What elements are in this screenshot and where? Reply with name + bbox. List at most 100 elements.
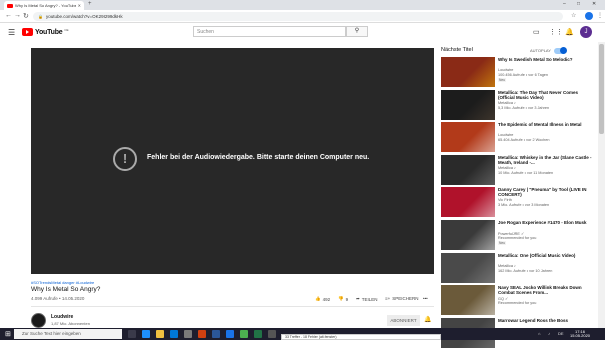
app-icon-2[interactable]: [240, 330, 248, 338]
recommendation-card[interactable]: Joe Rogan Experience #1470 - Elon Musk Po…: [441, 220, 596, 252]
taskbar-clock[interactable]: 17:16 15.05.2020: [570, 330, 590, 338]
recommendation-meta: 162 Mio. Aufrufe • vor 10 Jahren: [498, 268, 553, 273]
new-tab-button[interactable]: +: [88, 1, 92, 7]
app-icon-3[interactable]: [268, 330, 276, 338]
autoplay-toggle[interactable]: [554, 47, 567, 54]
search-button[interactable]: ⚲: [346, 26, 368, 37]
dislike-button[interactable]: 👎 9: [338, 296, 348, 302]
search-input[interactable]: Suchen: [193, 26, 346, 37]
new-badge: Neu: [498, 78, 507, 82]
close-tab-icon[interactable]: ✕: [78, 3, 81, 8]
back-icon[interactable]: ←: [5, 12, 12, 19]
reload-icon[interactable]: ↻: [23, 12, 29, 20]
close-window-icon[interactable]: ✕: [592, 1, 596, 7]
channel-bell-icon[interactable]: 🔔: [424, 316, 431, 323]
forward-icon[interactable]: →: [14, 12, 21, 19]
save-button[interactable]: ≡+ SPEICHERN: [385, 296, 419, 301]
recommendation-title[interactable]: Joe Rogan Experience #1470 - Elon Musk: [498, 220, 596, 225]
clock-date: 15.05.2020: [570, 333, 591, 338]
error-icon: !: [113, 147, 137, 171]
more-actions-button[interactable]: •••: [423, 296, 428, 301]
notification-popup[interactable]: 33 Treffer - 18 Fehler (alt.fenster): [281, 334, 441, 340]
autoplay-label: AUTOPLAY: [530, 48, 551, 53]
recommendation-card[interactable]: Danny Carey | "Pneuma" by Tool (LIVE IN …: [441, 187, 596, 219]
recommendation-meta: 100.456 Aufrufe • vor 6 Tagen: [498, 73, 549, 77]
up-next-heading: Nächste Titel: [441, 47, 473, 53]
video-thumbnail[interactable]: [441, 122, 495, 153]
excel-app-icon[interactable]: [254, 330, 262, 338]
youtube-logo[interactable]: YouTube DE: [22, 28, 69, 36]
recommendation-title[interactable]: Navy SEAL Jocko Willink Breaks Down Comb…: [498, 285, 596, 295]
channel-avatar[interactable]: [31, 313, 46, 328]
taskbar-search-input[interactable]: Zur Suche Text hier eingeben: [14, 329, 122, 339]
recommendation-title[interactable]: The Epidemic of Mental Illness in Metal: [498, 122, 596, 127]
dislike-count: 9: [345, 296, 349, 302]
tab-title: Why Is Metal So Angry? - YouTube: [15, 3, 76, 8]
notifications-bell-icon[interactable]: 🔔: [565, 28, 574, 36]
browser-tab[interactable]: Why Is Metal So Angry? - YouTube ✕: [4, 1, 84, 10]
new-badge: Neu: [498, 241, 507, 245]
recommendation-channel: Vic Firth: [498, 198, 512, 203]
video-thumbnail[interactable]: [441, 252, 495, 283]
browser-profile-avatar[interactable]: [585, 12, 593, 20]
browser-menu-icon[interactable]: ⋮: [597, 12, 603, 19]
video-player[interactable]: ! Fehler bei der Audiowiedergabe. Bitte …: [31, 48, 434, 274]
like-button[interactable]: 👍 492: [315, 296, 330, 302]
youtube-favicon-icon: [7, 3, 13, 8]
word-app-icon[interactable]: [212, 330, 220, 338]
office-app-icon[interactable]: [198, 330, 206, 338]
share-label: TEILEN: [361, 296, 378, 302]
windows-start-icon[interactable]: ⊞: [5, 330, 11, 338]
recommendation-card[interactable]: Metallica: Whiskey in the Jar (Slane Cas…: [441, 154, 596, 187]
task-view-icon[interactable]: [128, 330, 136, 338]
video-thumbnail[interactable]: [441, 187, 495, 218]
url-field[interactable]: 🔒 youtube.com/watch?v=OK29I299dkHk: [33, 12, 563, 21]
volume-icon[interactable]: ♪: [548, 331, 550, 336]
channel-name[interactable]: Loudwire: [51, 314, 73, 320]
create-video-icon[interactable]: ▭: [533, 28, 540, 36]
video-thumbnail[interactable]: [441, 285, 495, 316]
recommendation-card[interactable]: Metallica: One (Official Music Video) Met…: [441, 252, 596, 285]
scrollbar-thumb[interactable]: [599, 44, 604, 134]
account-avatar[interactable]: J: [580, 26, 592, 38]
page-scrollbar[interactable]: [598, 42, 605, 328]
like-count: 492: [322, 296, 331, 302]
recommendation-meta: Recommended for you: [498, 301, 537, 306]
recommendation-card[interactable]: Metallica: The Day That Never Comes (Off…: [441, 89, 596, 122]
search-icon: ⚲: [354, 28, 360, 34]
store-app-icon[interactable]: [170, 330, 178, 338]
recommendation-card[interactable]: Navy SEAL Jocko Willink Breaks Down Comb…: [441, 285, 596, 317]
video-thumbnail[interactable]: [441, 220, 495, 250]
video-thumbnail[interactable]: [441, 154, 495, 185]
maximize-icon[interactable]: □: [577, 1, 580, 7]
video-hashtags[interactable]: #SOTrendsMetal #anger #Loudwire: [31, 280, 94, 285]
edge-app-icon[interactable]: [142, 330, 150, 338]
recommendation-title[interactable]: Metallica: Whiskey in the Jar (Slane Cas…: [498, 155, 596, 165]
bookmark-star-icon[interactable]: ☆: [571, 12, 576, 19]
recommendation-title[interactable]: Metallica: One (Official Music Video): [498, 253, 596, 258]
lock-icon: 🔒: [38, 14, 43, 19]
recommendation-title[interactable]: Danny Carey | "Pneuma" by Tool (LIVE IN …: [498, 187, 596, 197]
app-icon[interactable]: [184, 330, 192, 338]
recommendation-channel: Loudwire: [498, 68, 514, 72]
youtube-wordmark: YouTube: [35, 28, 63, 36]
recommendation-title[interactable]: Metallica: The Day That Never Comes (Off…: [498, 90, 596, 100]
video-thumbnail[interactable]: [441, 57, 495, 87]
network-icon[interactable]: ⌂: [538, 331, 540, 336]
recommendation-card[interactable]: Why Is Swedish Metal So Melodic? Loudwire…: [441, 57, 596, 89]
video-thumbnail[interactable]: [441, 89, 495, 120]
more-actions-icon: •••: [423, 296, 428, 301]
explorer-app-icon[interactable]: [156, 330, 164, 338]
recommendation-card[interactable]: The Epidemic of Mental Illness in Metal L…: [441, 122, 596, 154]
subscribed-button[interactable]: ABONNIERT: [387, 315, 420, 326]
hamburger-menu-icon[interactable]: ☰: [8, 28, 15, 37]
address-bar: ← → ↻ 🔒 youtube.com/watch?v=OK29I299dkHk…: [0, 10, 605, 23]
player-error-message: Fehler bei der Audiowiedergabe. Bitte st…: [147, 154, 370, 161]
apps-grid-icon[interactable]: ⋮⋮: [549, 28, 563, 36]
chrome-app-icon[interactable]: [226, 330, 234, 338]
share-button[interactable]: ➦ TEILEN: [356, 296, 378, 302]
language-indicator[interactable]: DE: [558, 331, 564, 336]
minimize-icon[interactable]: –: [563, 1, 566, 7]
recommendation-title[interactable]: Why Is Swedish Metal So Melodic?: [498, 57, 596, 62]
recommendation-title[interactable]: Marrowar Legend Ross the Boss: [498, 318, 596, 323]
